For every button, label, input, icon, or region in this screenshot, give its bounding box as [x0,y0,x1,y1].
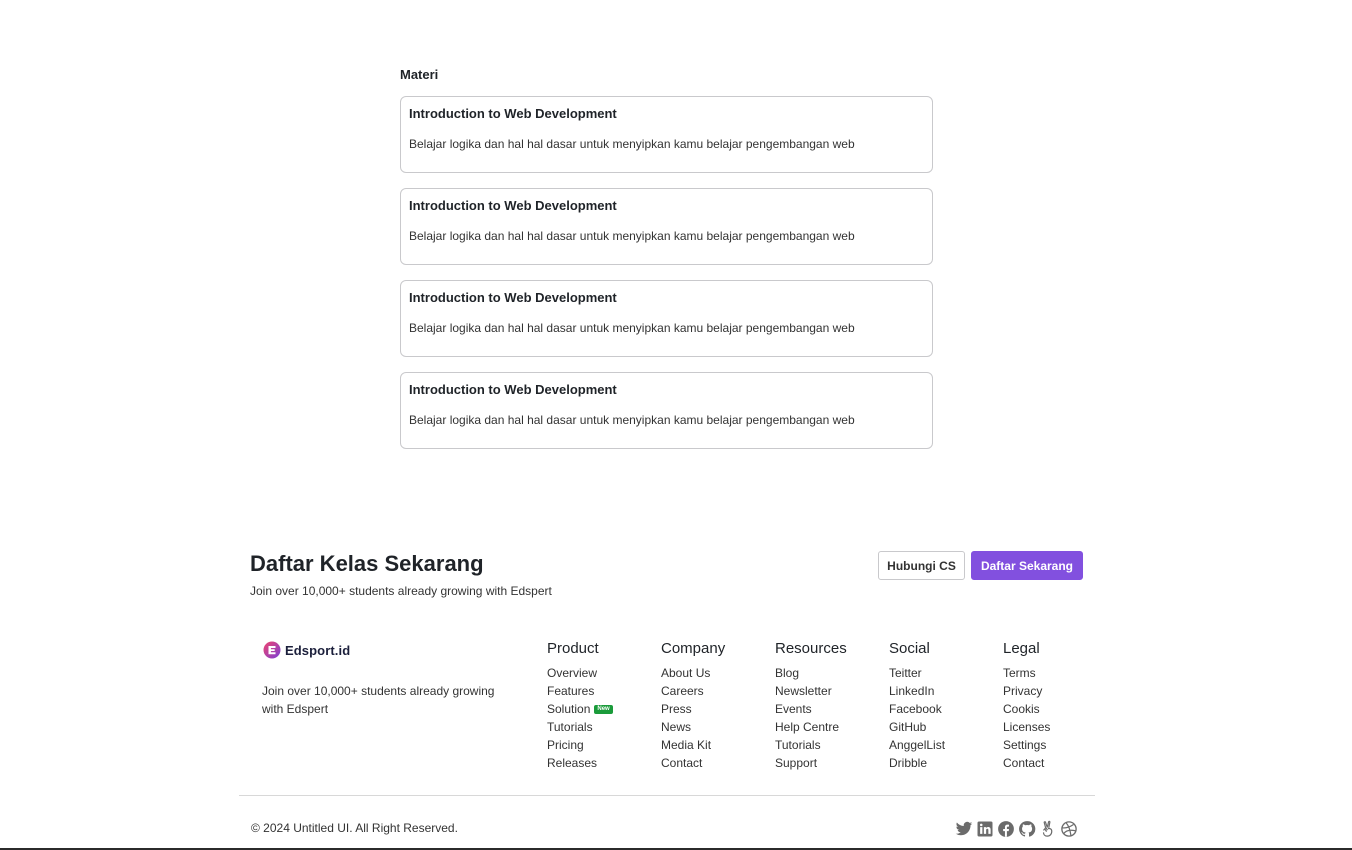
footer-column-title: Product [547,640,599,657]
footer-link[interactable]: Dribble [889,754,945,772]
copyright-text: © 2024 Untitled UI. All Right Reserved. [251,821,458,835]
footer-column-title: Legal [1003,640,1040,657]
facebook-icon[interactable] [997,820,1015,838]
materi-heading: Materi [400,67,439,82]
footer-column-legal: Legal Terms Privacy Cookis Licenses Sett… [1003,640,1050,772]
materi-card[interactable]: Introduction to Web Development Belajar … [400,280,933,357]
footer-link[interactable]: About Us [661,664,725,682]
footer-column-title: Social [889,640,930,657]
footer-link[interactable]: Cookis [1003,700,1050,718]
footer-column-product: Product Overview Features Solution New Tu… [547,640,613,772]
footer-link[interactable]: GitHub [889,718,945,736]
angellist-icon[interactable] [1039,820,1057,838]
footer-link[interactable]: Press [661,700,725,718]
materi-card-title: Introduction to Web Development [409,290,617,305]
materi-card-title: Introduction to Web Development [409,198,617,213]
footer-column-social: Social Teitter LinkedIn Facebook GitHub … [889,640,945,772]
footer-link[interactable]: Settings [1003,736,1050,754]
footer-link-label: Solution [547,702,591,716]
github-icon[interactable] [1018,820,1036,838]
footer-link[interactable]: Tutorials [547,718,613,736]
footer-link-label: Tutorials [547,720,593,734]
materi-card-description: Belajar logika dan hal hal dasar untuk m… [409,229,855,243]
social-icons [955,820,1078,838]
materi-card-title: Introduction to Web Development [409,106,617,121]
footer-link-label: Features [547,684,595,698]
footer-link-label: Overview [547,666,598,680]
materi-card-description: Belajar logika dan hal hal dasar untuk m… [409,413,855,427]
cta-title: Daftar Kelas Sekarang [250,551,484,576]
footer-link[interactable]: Teitter [889,664,945,682]
footer-link[interactable]: Releases [547,754,613,772]
footer-link[interactable]: Solution New [547,700,613,718]
footer-brand-description: Join over 10,000+ students already growi… [262,684,495,716]
footer-link[interactable]: Newsletter [775,682,847,700]
footer-link[interactable]: Support [775,754,847,772]
footer-link[interactable]: News [661,718,725,736]
footer-column-company: Company About Us Careers Press News Medi… [661,640,725,772]
materi-card-title: Introduction to Web Development [409,382,617,397]
brand-name: Edsport.id [285,642,351,658]
materi-card[interactable]: Introduction to Web Development Belajar … [400,96,933,173]
materi-card-description: Belajar logika dan hal hal dasar untuk m… [409,137,855,151]
footer-link[interactable]: AnggelList [889,736,945,754]
footer-link[interactable]: LinkedIn [889,682,945,700]
hubungi-cs-button[interactable]: Hubungi CS [878,551,965,580]
footer-link[interactable]: Events [775,700,847,718]
footer-link[interactable]: Licenses [1003,718,1050,736]
footer-link[interactable]: Tutorials [775,736,847,754]
footer-brand[interactable]: Edsport.id [263,641,350,659]
footer-link[interactable]: Features [547,682,613,700]
footer-link[interactable]: Privacy [1003,682,1050,700]
daftar-sekarang-button[interactable]: Daftar Sekarang [971,551,1083,580]
materi-section: Materi Introduction to Web Development B… [400,67,933,464]
footer-link-label: Releases [547,756,598,770]
new-badge: New [594,704,613,714]
materi-card[interactable]: Introduction to Web Development Belajar … [400,188,933,265]
footer-column-resources: Resources Blog Newsletter Events Help Ce… [775,640,847,772]
brand-logo-icon [263,641,281,659]
cta-subtitle: Join over 10,000+ students already growi… [250,584,552,598]
footer-link[interactable]: Pricing [547,736,613,754]
footer-link-label: Pricing [547,738,584,752]
footer-link[interactable]: Overview [547,664,613,682]
footer-link[interactable]: Help Centre [775,718,847,736]
twitter-icon[interactable] [955,820,973,838]
linkedin-icon[interactable] [976,820,994,838]
footer-link[interactable]: Terms [1003,664,1050,682]
footer-link[interactable]: Facebook [889,700,945,718]
footer-column-title: Resources [775,640,847,657]
cta-section: Daftar Kelas Sekarang Join over 10,000+ … [250,550,1084,600]
materi-card-description: Belajar logika dan hal hal dasar untuk m… [409,321,855,335]
footer-link[interactable]: Contact [661,754,725,772]
footer-column-title: Company [661,640,726,657]
footer-link[interactable]: Media Kit [661,736,725,754]
footer-link[interactable]: Blog [775,664,847,682]
footer-link[interactable]: Careers [661,682,725,700]
footer-divider [239,795,1095,796]
dribbble-icon[interactable] [1060,820,1078,838]
materi-card[interactable]: Introduction to Web Development Belajar … [400,372,933,449]
footer-link[interactable]: Contact [1003,754,1050,772]
